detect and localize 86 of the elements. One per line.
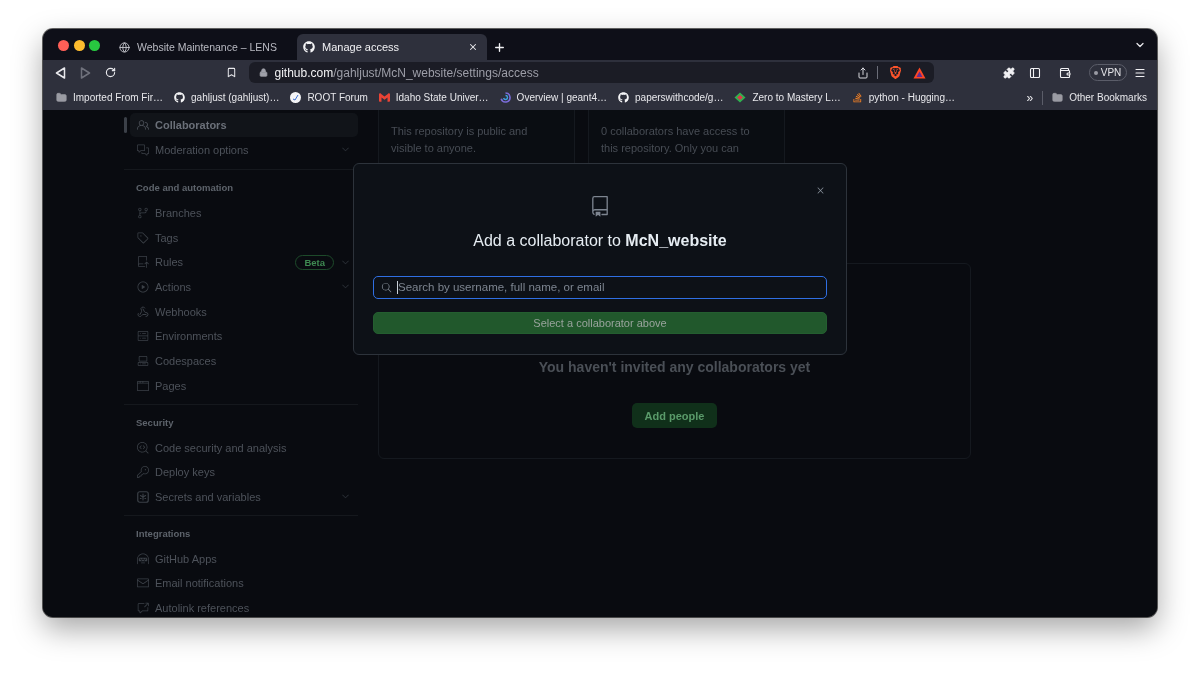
puzzle-icon[interactable] xyxy=(1002,66,1015,79)
folder-icon xyxy=(56,92,67,103)
bookmark-item[interactable]: Zero to Mastery L… xyxy=(732,87,843,108)
browser-window-icon xyxy=(137,379,149,392)
sidebar-item[interactable]: Pages xyxy=(130,373,358,399)
magnifier-icon xyxy=(137,441,149,454)
lock-icon xyxy=(258,68,268,77)
bookmark-item[interactable]: python - Hugging… xyxy=(849,87,957,108)
cat-logo-icon xyxy=(174,92,185,103)
sidebar-item[interactable]: Code security and analysis xyxy=(130,435,358,460)
swirl-logo-icon xyxy=(499,92,511,103)
globe-icon xyxy=(119,41,130,53)
browser-tab[interactable]: Manage access xyxy=(297,34,487,60)
bookmark-item[interactable]: Idaho State Univer… xyxy=(376,87,491,108)
window-close-icon[interactable] xyxy=(58,40,69,51)
browser-tab[interactable]: Website Maintenance – LENS xyxy=(111,34,290,60)
window-minimize-icon[interactable] xyxy=(73,40,85,51)
sidebar-icon[interactable] xyxy=(1028,66,1041,79)
bookmark-item[interactable]: paperswithcode/g… xyxy=(616,87,726,108)
branch-icon xyxy=(137,206,149,219)
sidebar-item[interactable]: Codespaces xyxy=(130,348,358,374)
key-icon xyxy=(137,466,149,479)
reload-icon[interactable] xyxy=(105,67,116,78)
close-icon[interactable] xyxy=(815,185,826,196)
sidebar-item[interactable]: Environments xyxy=(130,324,358,349)
section-heading: Integrations xyxy=(135,527,192,542)
document-arrow-icon xyxy=(137,256,149,269)
m-logo-icon xyxy=(378,92,390,103)
search-field[interactable]: Search by username, full name, or email xyxy=(373,275,827,299)
monitor-icon xyxy=(137,355,149,368)
sidebar-item[interactable]: Branches xyxy=(130,200,358,226)
sidebar-item[interactable]: Autolink references xyxy=(130,595,358,617)
bookmark-icon[interactable] xyxy=(226,67,237,78)
card-text: This repository is public and visible to anyone. xyxy=(391,124,529,156)
menu-icon[interactable] xyxy=(1133,66,1146,79)
close-icon[interactable] xyxy=(468,42,478,52)
triangle-logo-icon[interactable] xyxy=(912,66,926,79)
forward-icon[interactable] xyxy=(80,66,91,79)
people-icon xyxy=(137,118,149,131)
robot-icon xyxy=(137,552,149,565)
section-heading: Code and automation xyxy=(135,181,235,196)
dialog-title: Add a collaborator to McN_website xyxy=(473,230,727,251)
search-icon xyxy=(381,281,392,293)
more-bookmarks-button[interactable]: » xyxy=(1024,90,1036,105)
sidebar-item[interactable]: Collaborators xyxy=(130,112,358,138)
tag-icon xyxy=(137,231,149,244)
asterisk-square-icon xyxy=(137,490,149,503)
new-tab-icon[interactable] xyxy=(493,40,506,54)
cat-logo-icon xyxy=(618,92,630,103)
sidebar-item[interactable]: Deploy keys xyxy=(130,459,358,485)
diamond-logo-icon xyxy=(734,92,747,103)
bookmark-item[interactable]: Overview | geant4… xyxy=(497,87,610,108)
chat-bubbles-icon xyxy=(137,143,149,156)
sidebar-item[interactable]: Actions xyxy=(130,274,358,300)
sidebar-item[interactable]: Tags xyxy=(130,225,358,250)
bookmark-item[interactable]: ROOT Forum xyxy=(288,87,370,108)
back-icon[interactable] xyxy=(55,66,66,79)
sidebar-item[interactable]: Moderation options xyxy=(130,137,358,162)
sidebar-item[interactable]: Email notifications xyxy=(130,571,358,596)
add-people-button[interactable]: Add people xyxy=(631,403,718,428)
sidebar-item[interactable]: Webhooks xyxy=(130,299,358,324)
bookmark-item[interactable]: gahljust (gahljust)… xyxy=(172,87,282,108)
address-bar[interactable]: github.com/gahljust/McN_website/settings/access xyxy=(248,62,934,83)
url-text: github.com/gahljust/McN_website/settings/access xyxy=(274,65,539,80)
sidebar-item[interactable]: Secrets and variables xyxy=(130,484,358,510)
sidebar-item[interactable]: Rules Beta xyxy=(130,249,358,275)
cat-logo-icon xyxy=(303,41,315,53)
sidebar-item[interactable]: GitHub Apps xyxy=(130,546,358,571)
share-icon[interactable] xyxy=(856,66,869,79)
status-dot-icon xyxy=(1093,70,1098,75)
webhook-icon xyxy=(137,305,149,318)
section-heading: Security xyxy=(135,416,175,431)
book-icon xyxy=(589,196,611,217)
stack-logo-icon xyxy=(851,92,863,103)
check-circle-icon xyxy=(290,92,302,103)
lion-shield-icon[interactable] xyxy=(888,66,902,79)
folder-icon xyxy=(1052,92,1064,103)
window-zoom-icon[interactable] xyxy=(89,40,100,51)
server-icon xyxy=(137,330,149,343)
bookmark-folder[interactable]: Other Bookmarks xyxy=(1050,87,1149,108)
bookmark-item[interactable]: Imported From Fir… xyxy=(54,87,165,108)
empty-state-message: You haven't invited any collaborators yet xyxy=(538,358,811,376)
envelope-icon xyxy=(137,577,149,590)
text-cursor-icon xyxy=(397,280,398,294)
chat-arrow-icon xyxy=(137,602,149,615)
wallet-icon[interactable] xyxy=(1058,66,1071,79)
